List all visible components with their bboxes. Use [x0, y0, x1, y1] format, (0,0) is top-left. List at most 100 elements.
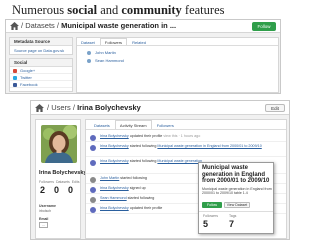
edit-button[interactable]: Edit	[265, 104, 285, 112]
activity-text: updated their profile	[128, 134, 164, 138]
activity-user-icon	[90, 186, 96, 193]
home-icon[interactable]	[35, 104, 44, 112]
follower-item[interactable]: Sean Hammond	[77, 57, 278, 65]
follow-button[interactable]: Follow	[252, 22, 276, 31]
activity-item: Irina Bolychevsky started following Muni…	[86, 143, 286, 157]
breadcrumb: / Users / Irina Bolychevsky	[47, 103, 141, 112]
username-value: irbolsch	[39, 209, 52, 213]
profile-stat-labels: Followers Datasets Edits	[39, 180, 79, 184]
activity-user-link[interactable]: Sean Hammond	[100, 196, 127, 200]
activity-user-link[interactable]: John Martin	[100, 176, 119, 180]
activity-user-link[interactable]: Irina Bolychevsky	[100, 144, 129, 148]
dataset-header-bar: / Datasets / Municipal waste generation …	[6, 20, 280, 33]
user-header-bar: / Users / Irina Bolychevsky Edit	[31, 101, 289, 115]
social-item-label: Twitter	[20, 75, 32, 80]
caption-bold-social: social	[67, 3, 98, 17]
activity-dataset-link[interactable]: Municipal waste generation in England fr…	[157, 144, 261, 148]
popup-tags-value: 7	[229, 219, 235, 229]
activity-user-icon	[90, 134, 96, 141]
social-item-label: Google+	[20, 68, 36, 73]
popup-follow-button[interactable]: Follow	[202, 202, 222, 208]
tab-followers[interactable]: Followers	[153, 121, 178, 130]
dataset-content-panel: Dataset Followers Related John Martin Se…	[76, 37, 279, 93]
popup-followers-label: Followers	[203, 214, 218, 218]
facebook-icon	[13, 82, 17, 87]
activity-user-icon	[90, 144, 96, 151]
social-panel: Social Google+ Twitter Facebook	[9, 58, 73, 92]
activity-user-link[interactable]: Irina Bolychevsky	[100, 159, 129, 163]
breadcrumb-separator: /	[56, 21, 59, 30]
activity-user-icon	[90, 176, 96, 183]
social-title: Social	[10, 59, 72, 67]
google-plus-icon	[13, 68, 17, 73]
stat-edits-value: 0	[68, 185, 74, 195]
breadcrumb: / Datasets / Municipal waste generation …	[21, 21, 176, 30]
slide-caption: Numerous social and community features	[12, 3, 224, 18]
activity-text: signed up	[128, 186, 146, 190]
social-item-label: Facebook	[20, 82, 38, 87]
breadcrumb-datasets-link[interactable]: Datasets	[25, 21, 55, 30]
social-facebook[interactable]: Facebook	[10, 81, 72, 88]
activity-dataset-link[interactable]: Municipal waste generation	[157, 159, 202, 163]
tab-dataset[interactable]: Dataset	[77, 39, 99, 46]
breadcrumb-separator: /	[47, 103, 50, 112]
activity-user-link[interactable]: Irina Bolychevsky	[100, 186, 129, 190]
username-label: Username	[39, 204, 56, 208]
user-avatar-icon	[87, 59, 91, 63]
breadcrumb-users-link[interactable]: Users	[51, 103, 71, 112]
caption-prefix: Numerous	[12, 3, 68, 17]
user-tabs: Datasets Activity Stream Followers	[86, 120, 286, 130]
stat-followers-value: 2	[40, 185, 46, 195]
popup-description: Municipal waste generation in England fr…	[202, 187, 272, 196]
popup-followers-value: 5	[203, 219, 209, 229]
user-page-screenshot: / Users / Irina Bolychevsky Edit Irina B…	[30, 100, 290, 240]
caption-suffix: features	[181, 3, 225, 17]
follower-name: John Martin	[95, 50, 116, 55]
activity-item: Irina Bolychevsky updated their profile …	[86, 133, 286, 142]
social-twitter[interactable]: Twitter	[10, 74, 72, 81]
dataset-page-screenshot: / Datasets / Municipal waste generation …	[5, 19, 281, 94]
profile-photo	[41, 125, 77, 163]
activity-text: started following	[128, 159, 158, 163]
breadcrumb-separator: /	[72, 103, 75, 112]
caption-bold-community: community	[121, 3, 182, 17]
activity-user-link[interactable]: Irina Bolychevsky	[100, 206, 129, 210]
activity-user-icon	[90, 159, 96, 166]
activity-text: started following	[126, 196, 155, 200]
popup-tags-label: Tags	[229, 214, 237, 218]
stat-label-edits: Edits	[71, 180, 80, 184]
popup-title[interactable]: Municipal waste generation in England fr…	[202, 165, 272, 185]
activity-text: updated their profile	[128, 206, 163, 210]
profile-card: Irina Bolychevsky Followers Datasets Edi…	[35, 119, 87, 239]
tab-activity-stream[interactable]: Activity Stream	[114, 120, 152, 129]
activity-user-link[interactable]: Irina Bolychevsky	[100, 134, 129, 138]
stat-label-followers: Followers	[39, 180, 54, 184]
caption-middle: and	[97, 3, 122, 17]
tab-followers[interactable]: Followers	[99, 38, 128, 45]
activity-user-icon	[90, 206, 96, 213]
breadcrumb-current: Irina Bolychevsky	[77, 103, 141, 112]
breadcrumb-separator: /	[21, 21, 24, 30]
tab-datasets[interactable]: Datasets	[90, 121, 114, 130]
stat-label-datasets: Datasets	[55, 180, 70, 184]
metadata-source-link[interactable]: Source page on Data.gov.sk	[10, 46, 72, 55]
metadata-source-panel: Metadata Source Source page on Data.gov.…	[9, 37, 73, 55]
profile-name: Irina Bolychevsky	[39, 170, 87, 176]
activity-text: started following	[128, 144, 158, 148]
social-google-plus[interactable]: Google+	[10, 67, 72, 74]
user-avatar-icon	[87, 51, 91, 55]
popup-view-dataset-button[interactable]: View Dataset	[224, 202, 250, 208]
activity-time: view this · 1 hours ago	[163, 134, 201, 138]
dataset-tabs: Dataset Followers Related	[77, 38, 278, 46]
breadcrumb-current: Municipal waste generation in ...	[61, 21, 177, 30]
email-value: ...	[39, 222, 48, 228]
follower-item[interactable]: John Martin	[77, 49, 278, 57]
twitter-icon	[13, 75, 17, 80]
activity-text: started following	[119, 176, 147, 180]
activity-user-icon	[90, 196, 96, 203]
popup-divider	[199, 211, 273, 212]
email-label: Email	[39, 217, 49, 221]
stat-datasets-value: 0	[54, 185, 60, 195]
tab-related[interactable]: Related	[128, 39, 150, 46]
home-icon[interactable]	[10, 22, 19, 30]
